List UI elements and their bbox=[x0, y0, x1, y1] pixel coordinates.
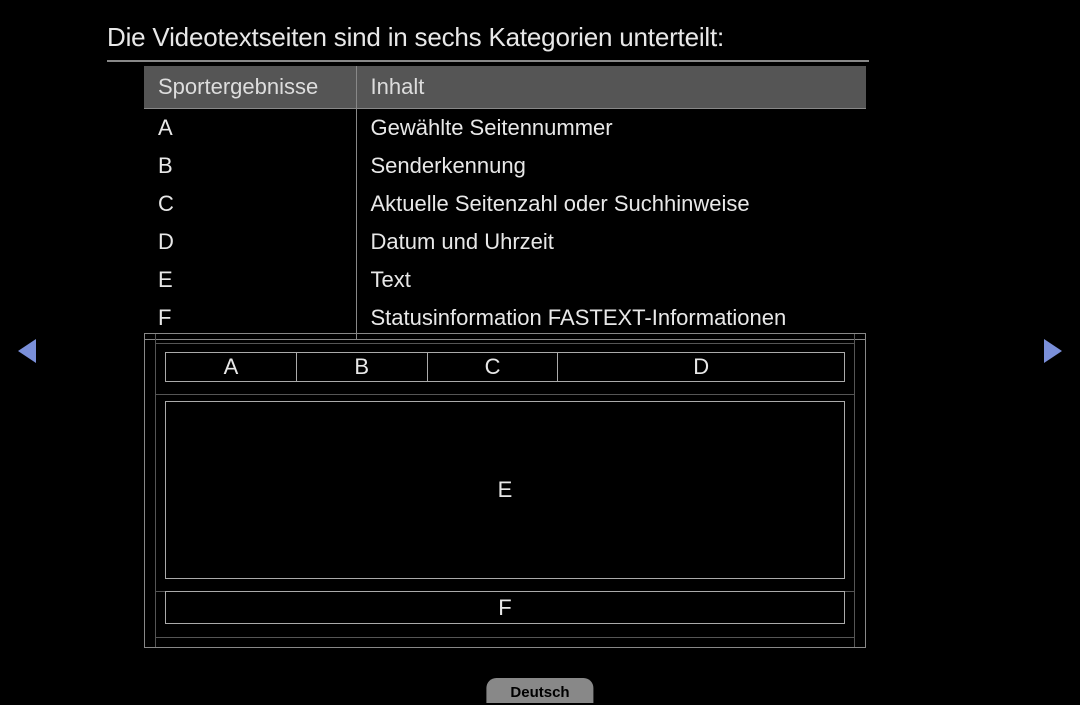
layout-region-e: E bbox=[165, 401, 845, 579]
header-col2: Inhalt bbox=[356, 66, 866, 109]
row-key: A bbox=[144, 109, 356, 148]
language-indicator: Deutsch bbox=[486, 678, 593, 703]
row-desc: Gewählte Seitennummer bbox=[356, 109, 866, 148]
layout-region-b: B bbox=[297, 353, 428, 381]
next-page-arrow-icon[interactable] bbox=[1044, 339, 1062, 363]
row-desc: Aktuelle Seitenzahl oder Suchhinweise bbox=[356, 185, 866, 223]
row-key: E bbox=[144, 261, 356, 299]
layout-inner: A B C D E F bbox=[165, 352, 845, 629]
layout-region-c: C bbox=[428, 353, 559, 381]
row-desc: Senderkennung bbox=[356, 147, 866, 185]
row-desc: Datum und Uhrzeit bbox=[356, 223, 866, 261]
table-row: E Text bbox=[144, 261, 866, 299]
row-key: D bbox=[144, 223, 356, 261]
row-key: C bbox=[144, 185, 356, 223]
category-table: Sportergebnisse Inhalt A Gewählte Seiten… bbox=[144, 66, 866, 340]
guide-line bbox=[155, 343, 855, 344]
teletext-layout-diagram: A B C D E F bbox=[144, 333, 866, 648]
guide-line bbox=[854, 334, 855, 647]
page-title: Die Videotextseiten sind in sechs Katego… bbox=[107, 22, 869, 62]
guide-line bbox=[155, 637, 855, 638]
layout-region-a: A bbox=[166, 353, 297, 381]
layout-region-d: D bbox=[558, 353, 844, 381]
guide-line bbox=[155, 334, 156, 647]
table-row: C Aktuelle Seitenzahl oder Suchhinweise bbox=[144, 185, 866, 223]
header-col1: Sportergebnisse bbox=[144, 66, 356, 109]
row-key: B bbox=[144, 147, 356, 185]
layout-top-row: A B C D bbox=[165, 352, 845, 382]
row-desc: Text bbox=[356, 261, 866, 299]
prev-page-arrow-icon[interactable] bbox=[18, 339, 36, 363]
table-row: B Senderkennung bbox=[144, 147, 866, 185]
table-row: D Datum und Uhrzeit bbox=[144, 223, 866, 261]
table-header-row: Sportergebnisse Inhalt bbox=[144, 66, 866, 109]
layout-region-f: F bbox=[165, 591, 845, 624]
table-row: A Gewählte Seitennummer bbox=[144, 109, 866, 148]
